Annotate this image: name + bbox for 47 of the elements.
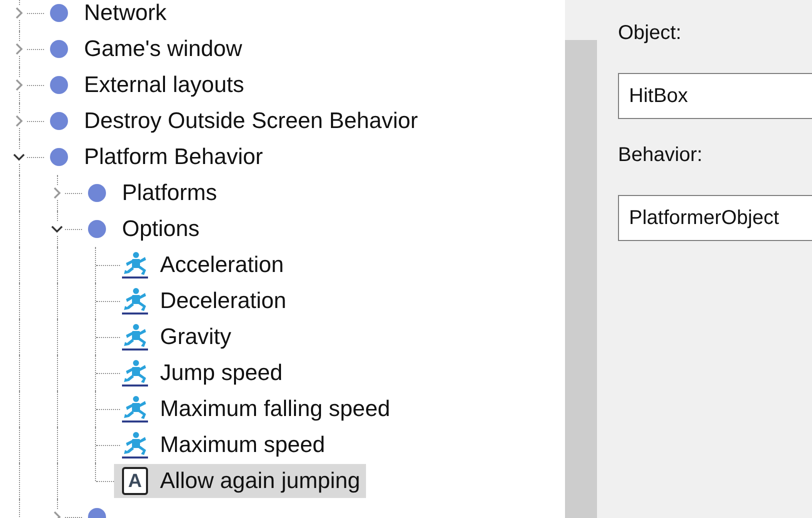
tree-item[interactable]: Maximum speed (114, 428, 332, 462)
tree-item[interactable]: Options (76, 212, 206, 246)
tree-item-label: Platforms (122, 180, 218, 206)
running-figure-icon (121, 431, 149, 459)
input-field[interactable]: PlatformerObject (618, 195, 812, 241)
input-field[interactable]: HitBox (618, 73, 812, 119)
tree-item-label: Maximum falling speed (160, 396, 390, 422)
tree-item[interactable]: A Allow again jumping (114, 464, 366, 498)
running-figure-icon (121, 359, 149, 387)
tree-item-label: Destroy Outside Screen Behavior (84, 108, 418, 134)
tree-item[interactable]: Network (38, 0, 173, 30)
field-label: Behavior: (618, 144, 702, 168)
running-figure-icon (121, 395, 149, 423)
tree-item[interactable]: External layouts (38, 68, 250, 102)
tree-item[interactable]: Game's window (38, 32, 248, 66)
tree-item-label: Network (84, 0, 167, 26)
running-figure-icon (121, 287, 149, 315)
tree-item-label: External layouts (84, 72, 244, 98)
splitter-bar[interactable] (565, 0, 597, 518)
tree-item-label: Allow again jumping (160, 468, 360, 494)
circle-icon (49, 147, 69, 167)
circle-icon (49, 39, 69, 59)
circle-icon (87, 183, 107, 203)
tree-item[interactable]: Jump speed (114, 356, 289, 390)
running-figure-icon (121, 323, 149, 351)
tree-item-label: Game's window (84, 36, 242, 62)
circle-icon (49, 3, 69, 23)
letter-a-icon: A (122, 467, 148, 495)
tree-item-label: Platform Behavior (84, 144, 263, 170)
circle-icon (49, 111, 69, 131)
tree-item[interactable]: Platform Behavior (38, 140, 269, 174)
tree-item[interactable]: Acceleration (114, 248, 290, 282)
tree-item-label: Jump speed (160, 360, 283, 386)
tree-item[interactable]: Deceleration (114, 284, 292, 318)
tree-item-label: Options (122, 216, 200, 242)
tree-item[interactable]: Gravity (114, 320, 238, 354)
tree-item[interactable]: Platforms (76, 176, 224, 210)
tree-item[interactable]: Maximum falling speed (114, 392, 396, 426)
tree-item[interactable]: Destroy Outside Screen Behavior (38, 104, 424, 138)
field-label: Object: (618, 22, 682, 46)
tree-item-label: Acceleration (160, 252, 284, 278)
running-figure-icon (121, 251, 149, 279)
tree-item-label: Deceleration (160, 288, 286, 314)
tree-item-label: Gravity (160, 324, 232, 350)
tree-item-label: Maximum speed (160, 432, 326, 458)
circle-icon (87, 219, 107, 239)
circle-icon (49, 75, 69, 95)
